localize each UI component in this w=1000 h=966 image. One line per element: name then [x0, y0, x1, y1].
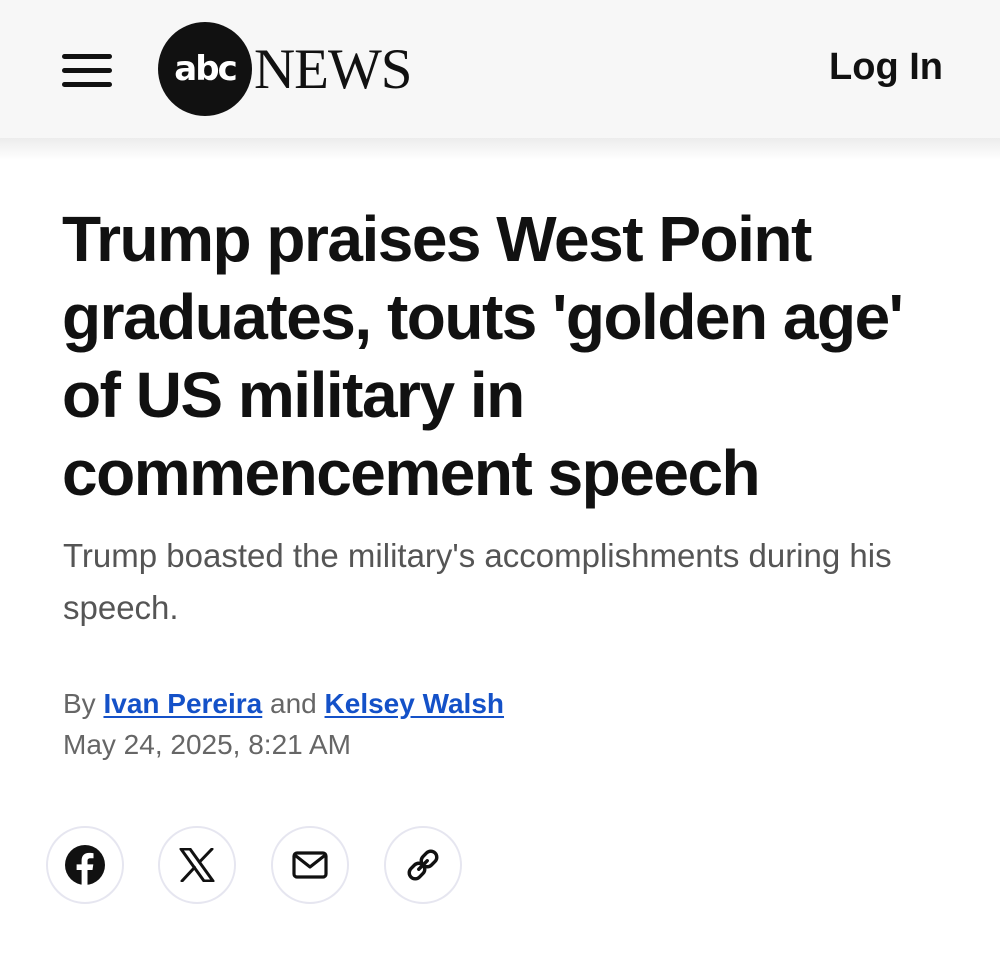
byline: By Ivan Pereira and Kelsey Walsh	[63, 688, 504, 720]
menu-icon-bar	[62, 54, 112, 59]
article-subheadline: Trump boasted the military's accomplishm…	[63, 530, 943, 634]
article-headline: Trump praises West Point graduates, tout…	[62, 200, 952, 512]
byline-prefix: By	[63, 688, 96, 719]
mail-icon	[292, 851, 328, 879]
author-link-kelsey-walsh[interactable]: Kelsey Walsh	[325, 688, 504, 719]
headline-line: of US military in	[62, 359, 525, 431]
login-button[interactable]: Log In	[829, 46, 943, 89]
news-wordmark: NEWS	[254, 37, 412, 101]
publish-date: May 24, 2025, 8:21 AM	[63, 729, 351, 760]
abc-logo-mark: abc	[158, 22, 252, 116]
link-icon	[407, 849, 439, 881]
menu-icon-bar	[62, 82, 112, 87]
headline-line: graduates, touts 'golden age'	[62, 281, 904, 353]
menu-button[interactable]	[60, 50, 114, 90]
byline-conjunction: and	[270, 688, 317, 719]
menu-icon-bar	[62, 68, 112, 73]
author-link-ivan-pereira[interactable]: Ivan Pereira	[103, 688, 262, 719]
headline-line: Trump praises West Point	[62, 203, 812, 275]
subheadline-line: Trump boasted the military's accomplishm…	[63, 537, 892, 574]
share-facebook-button[interactable]	[46, 826, 124, 904]
abc-news-logo[interactable]: abc NEWS	[158, 22, 412, 116]
x-icon	[179, 848, 215, 882]
share-x-button[interactable]	[158, 826, 236, 904]
facebook-icon	[65, 845, 105, 885]
headline-line: commencement speech	[62, 437, 761, 509]
site-header: abc NEWS Log In	[0, 0, 1000, 138]
share-email-button[interactable]	[271, 826, 349, 904]
header-shadow	[0, 138, 1000, 160]
subheadline-line: speech.	[63, 589, 179, 626]
copy-link-button[interactable]	[384, 826, 462, 904]
